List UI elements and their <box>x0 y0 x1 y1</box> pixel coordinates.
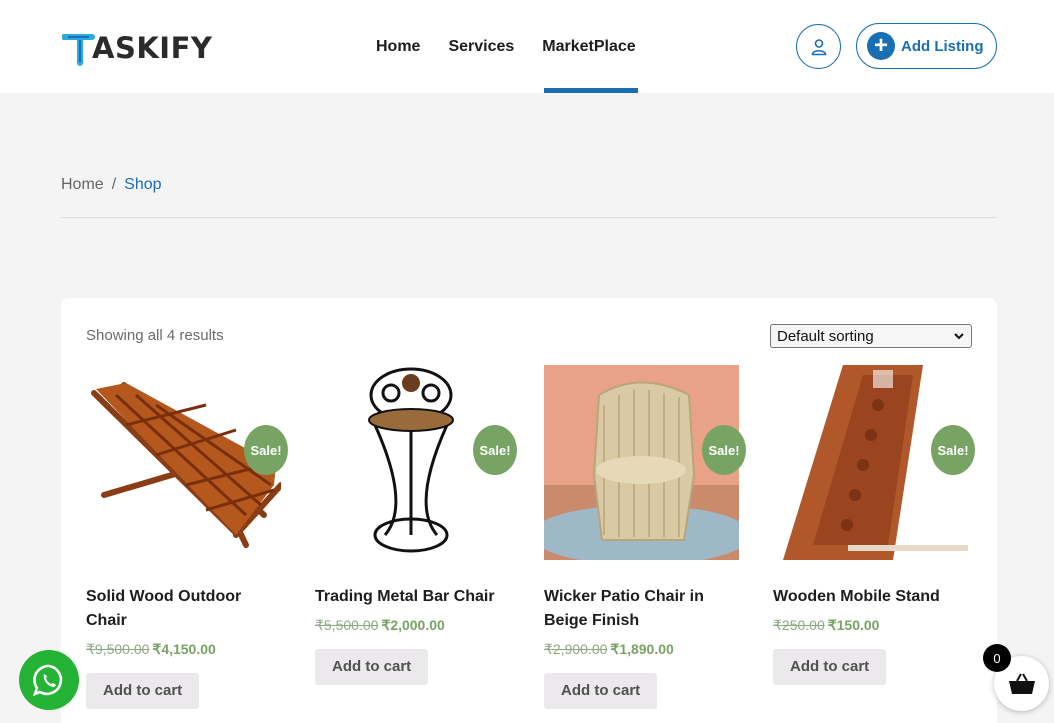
product-card: Sale! Wicker Patio Chair in Beige Finish… <box>544 365 746 709</box>
plus-icon: + <box>867 32 895 60</box>
nav-item-marketplace[interactable]: MarketPlace <box>542 0 639 93</box>
whatsapp-icon <box>32 664 63 697</box>
add-to-cart-button[interactable]: Add to cart <box>544 673 658 709</box>
sale-badge: Sale! <box>244 425 288 475</box>
chevron-down-icon <box>954 333 964 340</box>
add-to-cart-button[interactable]: Add to cart <box>86 673 200 709</box>
taskify-logo[interactable]: ASKIFY <box>62 28 212 68</box>
site-header: ASKIFY Home Services MarketPlace + Add L… <box>0 0 1054 93</box>
breadcrumb-current: Shop <box>124 176 162 193</box>
product-card: Sale! Solid Wood Outdoor Chair ₹9,500.00… <box>86 365 288 709</box>
user-icon <box>811 38 826 55</box>
product-price: ₹2,900.00 ₹1,890.00 <box>544 641 739 658</box>
original-price: ₹2,900.00 <box>544 641 608 657</box>
add-listing-button[interactable]: + Add Listing <box>856 23 997 69</box>
product-price: ₹5,500.00 ₹2,000.00 <box>315 617 510 634</box>
breadcrumb-divider <box>61 217 997 218</box>
nav-item-services[interactable]: Services <box>448 0 514 93</box>
sale-price: ₹1,890.00 <box>610 641 674 657</box>
sorting-select[interactable]: Default sorting <box>770 324 972 348</box>
logo-t-icon <box>62 34 95 66</box>
nav-item-home[interactable]: Home <box>376 0 420 93</box>
breadcrumb-separator: / <box>111 176 117 193</box>
product-card: Sale! Trading Metal Bar Chair ₹5,500.00 … <box>315 365 517 685</box>
cart-count-badge: 0 <box>983 644 1011 672</box>
sale-badge: Sale! <box>473 425 517 475</box>
product-title[interactable]: Wooden Mobile Stand <box>773 585 968 609</box>
breadcrumb: Home / Shop <box>61 176 162 194</box>
sorting-selected: Default sorting <box>777 327 874 345</box>
product-card: Sale! Wooden Mobile Stand ₹250.00 ₹150.0… <box>773 365 975 685</box>
main-nav: Home Services MarketPlace <box>376 0 664 93</box>
original-price: ₹5,500.00 <box>315 617 379 633</box>
basket-icon <box>1008 673 1035 694</box>
whatsapp-button[interactable] <box>19 650 79 710</box>
original-price: ₹250.00 <box>773 617 825 633</box>
product-title[interactable]: Trading Metal Bar Chair <box>315 585 510 609</box>
add-listing-label: Add Listing <box>901 37 984 55</box>
sale-price: ₹2,000.00 <box>381 617 445 633</box>
sale-badge: Sale! <box>702 425 746 475</box>
product-title[interactable]: Solid Wood Outdoor Chair <box>86 585 281 633</box>
product-price: ₹250.00 ₹150.00 <box>773 617 968 634</box>
sale-badge: Sale! <box>931 425 975 475</box>
shop-panel: Showing all 4 results Default sorting Sa… <box>61 298 997 723</box>
product-price: ₹9,500.00 ₹4,150.00 <box>86 641 281 658</box>
logo-wordmark: ASKIFY <box>92 31 213 65</box>
sale-price: ₹4,150.00 <box>152 641 216 657</box>
breadcrumb-home[interactable]: Home <box>61 176 104 194</box>
add-to-cart-button[interactable]: Add to cart <box>315 649 429 685</box>
result-count: Showing all 4 results <box>86 327 224 344</box>
original-price: ₹9,500.00 <box>86 641 150 657</box>
user-account-button[interactable] <box>796 24 841 69</box>
add-to-cart-button[interactable]: Add to cart <box>773 649 887 685</box>
product-title[interactable]: Wicker Patio Chair in Beige Finish <box>544 585 739 633</box>
sale-price: ₹150.00 <box>827 617 880 633</box>
